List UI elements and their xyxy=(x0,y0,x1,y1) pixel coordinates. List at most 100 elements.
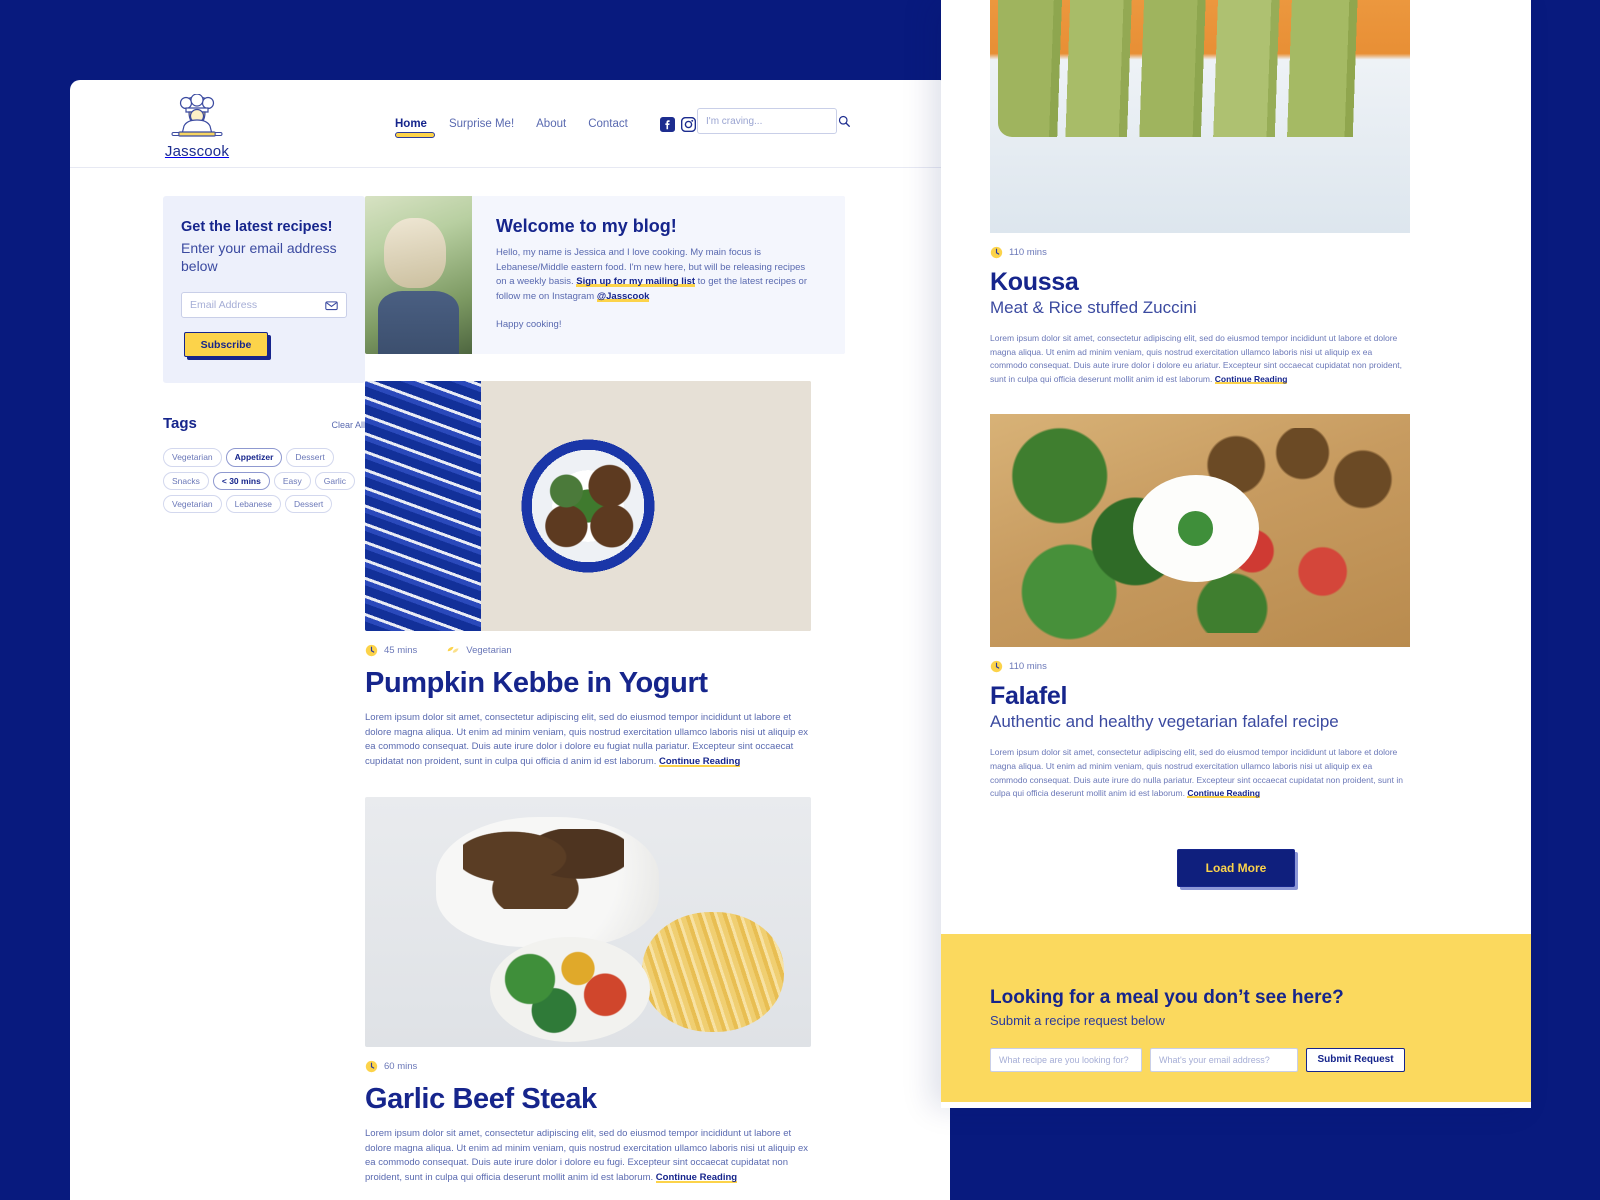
recipe-time: 60 mins xyxy=(365,1060,417,1073)
cta-title: Looking for a meal you don’t see here? xyxy=(990,986,1344,1008)
welcome-closing: Happy cooking! xyxy=(496,318,562,330)
nav-item-about[interactable]: About xyxy=(536,118,566,130)
site-logo[interactable]: Jasscook xyxy=(162,94,232,160)
blog-main-window: Jasscook Home Surprise Me! About Contact xyxy=(70,80,950,1200)
active-nav-indicator xyxy=(395,132,435,138)
recipe-title[interactable]: Pumpkin Kebbe in Yogurt xyxy=(365,667,845,700)
recipe-excerpt: Lorem ipsum dolor sit amet, consectetur … xyxy=(990,746,1410,800)
nav-item-contact[interactable]: Contact xyxy=(588,118,628,130)
recipe-excerpt-text: Lorem ipsum dolor sit amet, consectetur … xyxy=(990,333,1403,384)
instagram-icon xyxy=(680,116,696,132)
clock-icon xyxy=(990,661,1003,673)
welcome-title: Welcome to my blog! xyxy=(496,216,677,236)
facebook-link[interactable] xyxy=(659,116,675,132)
continue-reading-link[interactable]: Continue Reading xyxy=(659,756,740,767)
instagram-handle-link[interactable]: @Jasscook xyxy=(597,291,650,302)
recipe-excerpt: Lorem ipsum dolor sit amet, consectetur … xyxy=(990,332,1410,386)
tag-chip[interactable]: Dessert xyxy=(285,494,333,513)
subscribe-card: Get the latest recipes! Enter your email… xyxy=(163,196,365,384)
email-field-wrap[interactable] xyxy=(181,292,347,319)
welcome-text: Hello, my name is Jessica and I love coo… xyxy=(496,246,817,305)
recipe-subtitle: Authentic and healthy vegetarian falafel… xyxy=(990,712,1339,732)
continue-reading-link[interactable]: Continue Reading xyxy=(1215,374,1288,384)
submit-request-button[interactable]: Submit Request xyxy=(1306,1047,1405,1072)
recipe-request-input[interactable] xyxy=(990,1047,1142,1072)
tag-chip[interactable]: Appetizer xyxy=(225,448,283,467)
tag-chip[interactable]: Vegetarian xyxy=(163,494,222,513)
recipe-excerpt: Lorem ipsum dolor sit amet, consectetur … xyxy=(365,1127,811,1186)
tags-title: Tags xyxy=(163,415,197,433)
leaf-icon xyxy=(447,646,459,653)
tag-chip[interactable]: Vegetarian xyxy=(163,448,222,467)
recipe-time-label: 60 mins xyxy=(384,1060,418,1072)
recipe-feed-inner: 110 mins Koussa Meat & Rice stuffed Zucc… xyxy=(941,0,1531,887)
recipe-time: 45 mins xyxy=(365,644,417,657)
sidebar: Get the latest recipes! Enter your email… xyxy=(70,196,365,1186)
chef-logo-icon xyxy=(171,94,223,137)
continue-reading-link[interactable]: Continue Reading xyxy=(1187,788,1260,798)
page-root: Jasscook Home Surprise Me! About Contact xyxy=(0,0,1600,1200)
clock-icon xyxy=(365,644,378,657)
welcome-card: Welcome to my blog! Hello, my name is Je… xyxy=(365,196,845,354)
load-more-wrap: Load More xyxy=(990,848,1482,887)
nav-item-home[interactable]: Home xyxy=(395,118,427,130)
recipe-subtitle: Meat & Rice stuffed Zuccini xyxy=(990,298,1197,317)
facebook-icon xyxy=(659,116,675,132)
recipe-request-cta: Looking for a meal you don’t see here? S… xyxy=(941,933,1531,1102)
email-field[interactable] xyxy=(190,299,325,312)
recipe-title[interactable]: Koussa xyxy=(990,268,1482,297)
subscribe-title: Get the latest recipes! xyxy=(181,219,333,235)
recipe-time-label: 110 mins xyxy=(1009,661,1047,673)
tag-chip[interactable]: Lebanese xyxy=(225,494,281,513)
recipe-feed-window: 110 mins Koussa Meat & Rice stuffed Zucc… xyxy=(941,0,1531,1108)
site-header: Jasscook Home Surprise Me! About Contact xyxy=(70,80,950,168)
search-icon[interactable] xyxy=(838,115,850,127)
recipe-title[interactable]: Falafel xyxy=(990,682,1482,711)
cta-form: Submit Request xyxy=(990,1047,1482,1072)
recipe-photo[interactable] xyxy=(365,381,811,631)
clock-icon xyxy=(365,1060,378,1073)
tags-header: Tags Clear All xyxy=(163,415,365,432)
instagram-link[interactable] xyxy=(680,116,696,132)
tag-chip[interactable]: < 30 mins xyxy=(212,471,270,490)
tag-chip[interactable]: Snacks xyxy=(163,471,209,490)
request-email-input[interactable] xyxy=(1150,1047,1298,1072)
continue-reading-link[interactable]: Continue Reading xyxy=(656,1172,737,1183)
recipe-excerpt: Lorem ipsum dolor sit amet, consectetur … xyxy=(365,711,811,770)
envelope-icon xyxy=(325,301,338,310)
page-body: Get the latest recipes! Enter your email… xyxy=(70,168,950,1186)
recipe-meta: 45 mins Vegetarian xyxy=(365,644,845,657)
recipe-time: 110 mins xyxy=(990,246,1482,259)
subscribe-subtitle: Enter your email address below xyxy=(181,239,337,275)
recipe-excerpt-text: Lorem ipsum dolor sit amet, consectetur … xyxy=(365,712,809,768)
recipe-photo[interactable] xyxy=(365,796,811,1047)
recipe-time-label: 45 mins xyxy=(384,645,418,656)
search-box[interactable] xyxy=(697,108,850,134)
nav-item-surprise-me[interactable]: Surprise Me! xyxy=(449,118,514,130)
mailing-list-link[interactable]: Sign up for my mailing list xyxy=(576,276,695,287)
tag-chip[interactable]: Easy xyxy=(273,471,311,490)
recipe-time-label: 110 mins xyxy=(1009,247,1047,258)
tag-chip[interactable]: Garlic xyxy=(314,471,355,490)
content-column: Welcome to my blog! Hello, my name is Je… xyxy=(365,196,950,1186)
clock-icon xyxy=(990,246,1003,259)
recipe-card: 60 mins Garlic Beef Steak Lorem ipsum do… xyxy=(365,796,845,1186)
clear-all-tags-button[interactable]: Clear All xyxy=(331,420,365,430)
subscribe-button[interactable]: Subscribe xyxy=(184,332,268,358)
recipe-card: 45 mins Vegetarian Pumpkin Kebbe in Yogu… xyxy=(365,381,845,770)
search-input[interactable] xyxy=(706,115,838,127)
main-nav: Home Surprise Me! About Contact xyxy=(395,80,717,168)
tag-list: Vegetarian Appetizer Dessert Snacks < 30… xyxy=(163,448,373,513)
recipe-photo[interactable] xyxy=(990,414,1410,648)
recipe-title[interactable]: Garlic Beef Steak xyxy=(365,1083,845,1116)
recipe-diet-label: Vegetarian xyxy=(466,645,512,656)
recipe-excerpt-text: Lorem ipsum dolor sit amet, consectetur … xyxy=(365,1127,809,1184)
cta-subtitle: Submit a recipe request below xyxy=(990,1012,1165,1028)
recipe-time: 110 mins xyxy=(990,660,1482,673)
welcome-body: Welcome to my blog! Hello, my name is Je… xyxy=(472,196,845,354)
recipe-meta: 60 mins xyxy=(365,1060,845,1073)
tag-chip[interactable]: Dessert xyxy=(286,448,334,467)
recipe-photo[interactable] xyxy=(990,0,1410,233)
load-more-button[interactable]: Load More xyxy=(1176,848,1296,887)
welcome-author-photo xyxy=(365,196,472,354)
